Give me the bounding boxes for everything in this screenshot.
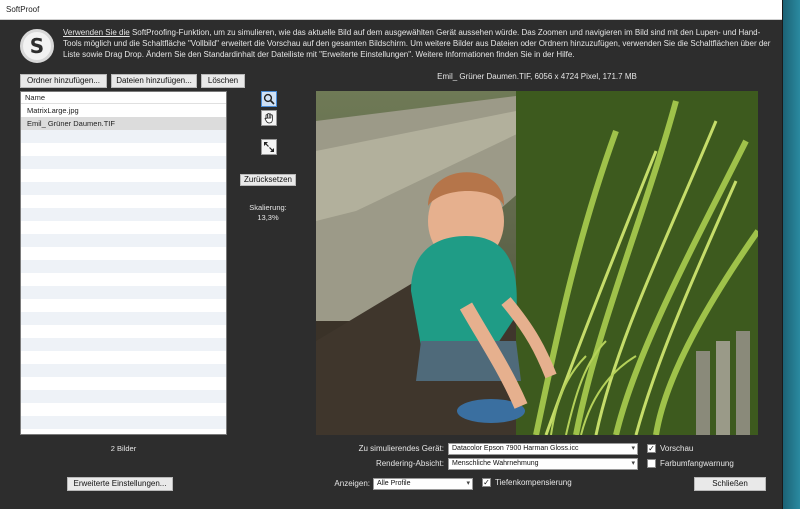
image-count: 2 Bilder: [110, 444, 137, 453]
magnifier-icon: [263, 93, 275, 105]
chevron-down-icon: ▾: [631, 460, 635, 467]
softproof-window: SoftProof S Verwenden Sie die SoftProofi…: [0, 0, 783, 509]
add-files-button[interactable]: Dateien hinzufügen...: [111, 74, 197, 88]
intro-body: SoftProofing-Funktion, um zu simulieren,…: [63, 28, 771, 59]
preview-checkbox[interactable]: ✓ Vorschau: [647, 444, 693, 453]
intent-select[interactable]: Menschliche Wahrnehmung ▾: [448, 458, 638, 470]
zoom-level: Skalierung: 13,3%: [240, 203, 296, 223]
hand-tool-button[interactable]: [261, 110, 277, 126]
file-list-header[interactable]: Name: [21, 92, 226, 104]
reset-button[interactable]: Zurücksetzen: [240, 174, 296, 186]
device-value: Datacolor Epson 7900 Harman Gloss.icc: [452, 445, 579, 452]
gamut-warning-checkbox-box[interactable]: [647, 459, 656, 468]
chevron-down-icon: ▾: [466, 480, 470, 487]
show-value: Alle Profile: [377, 480, 411, 487]
device-select[interactable]: Datacolor Epson 7900 Harman Gloss.icc ▾: [448, 443, 638, 455]
preview-checkbox-box[interactable]: ✓: [647, 444, 656, 453]
depth-compensation-checkbox-label: Tiefenkompensierung: [495, 478, 572, 487]
file-list-item-emil[interactable]: Emil_ Grüner Daumen.TIF: [21, 117, 226, 130]
gamut-warning-checkbox[interactable]: Farbumfangwarnung: [647, 459, 734, 468]
intent-label: Rendering-Absicht:: [375, 459, 444, 468]
fullscreen-button[interactable]: [261, 139, 277, 155]
intro-lead: Verwenden Sie die: [63, 28, 130, 37]
show-label: Anzeigen:: [334, 479, 370, 488]
advanced-settings-button[interactable]: Erweiterte Einstellungen...: [67, 477, 173, 491]
file-list[interactable]: Name MatrixLarge.jpg Emil_ Grüner Daumen…: [20, 91, 227, 435]
hand-icon: [264, 113, 273, 124]
device-label: Zu simulierendes Gerät:: [358, 444, 444, 453]
depth-compensation-checkbox-box[interactable]: ✓: [482, 478, 491, 487]
image-preview[interactable]: [316, 91, 758, 435]
intro-text: Verwenden Sie die SoftProofing-Funktion,…: [63, 27, 775, 60]
chevron-down-icon: ▾: [631, 445, 635, 452]
softproof-logo: S: [20, 29, 54, 63]
intent-value: Menschliche Wahrnehmung: [452, 460, 539, 467]
fullscreen-icon: [264, 142, 274, 152]
zoom-tool-button[interactable]: [261, 91, 277, 107]
add-folder-button[interactable]: Ordner hinzufügen...: [20, 74, 107, 88]
window-title: SoftProof: [0, 0, 782, 20]
scale-value: 13,3%: [257, 213, 279, 222]
show-select[interactable]: Alle Profile ▾: [373, 478, 473, 490]
file-list-item-matrixlarge[interactable]: MatrixLarge.jpg: [21, 104, 226, 117]
file-list-stripes: [21, 130, 226, 434]
gamut-warning-checkbox-label: Farbumfangwarnung: [660, 459, 734, 468]
scale-label: Skalierung:: [249, 203, 287, 212]
delete-button[interactable]: Löschen: [201, 74, 245, 88]
preview-checkbox-label: Vorschau: [660, 444, 694, 453]
close-button[interactable]: Schließen: [694, 477, 766, 491]
preview-photo: [316, 91, 758, 435]
image-info: Emil_ Grüner Daumen.TIF, 6056 x 4724 Pix…: [437, 72, 637, 81]
depth-compensation-checkbox[interactable]: ✓ Tiefenkompensierung: [482, 478, 572, 487]
